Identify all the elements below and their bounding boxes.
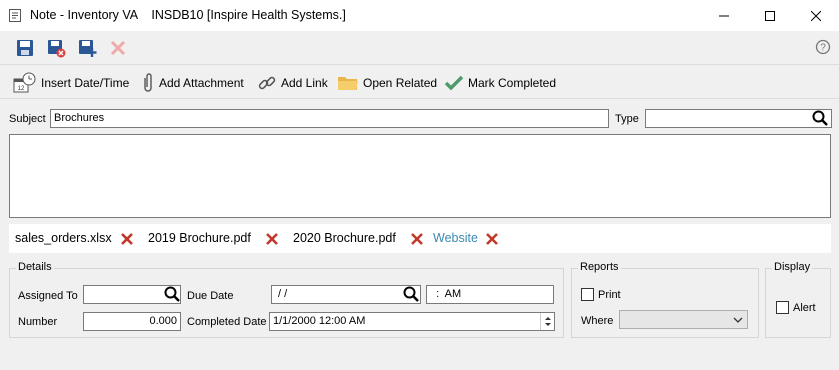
open-related-label: Open Related bbox=[363, 75, 438, 90]
mark-completed-button[interactable]: Mark Completed bbox=[444, 70, 556, 95]
type-field[interactable] bbox=[645, 109, 832, 128]
number-field[interactable]: 0.000 bbox=[83, 312, 181, 331]
save-new-icon[interactable] bbox=[77, 38, 97, 58]
search-icon[interactable] bbox=[812, 110, 828, 126]
reports-title: Reports bbox=[578, 261, 621, 273]
insert-datetime-button[interactable]: 12 Insert Date/Time bbox=[13, 70, 129, 95]
paperclip-icon bbox=[144, 72, 152, 92]
search-icon[interactable] bbox=[164, 286, 180, 302]
remove-attachment-icon[interactable] bbox=[410, 232, 424, 246]
note-body-textarea[interactable] bbox=[9, 134, 831, 218]
window-title: Note - Inventory VA INSDB10 [Inspire Hea… bbox=[30, 8, 346, 22]
display-title: Display bbox=[772, 261, 813, 273]
help-icon[interactable]: ? bbox=[815, 39, 831, 55]
due-date-field[interactable]: / / bbox=[271, 285, 421, 304]
remove-attachment-icon[interactable] bbox=[120, 232, 134, 246]
details-title: Details bbox=[16, 261, 54, 273]
spin-arrows-icon bbox=[545, 317, 551, 326]
date-spinner[interactable] bbox=[540, 313, 554, 330]
print-checkbox[interactable] bbox=[581, 288, 594, 301]
svg-text:12: 12 bbox=[18, 86, 25, 92]
add-link-button[interactable]: Add Link bbox=[257, 70, 328, 95]
note-icon bbox=[9, 9, 21, 22]
svg-text:?: ? bbox=[820, 43, 826, 54]
attachment-item[interactable]: 2020 Brochure.pdf bbox=[293, 231, 396, 245]
where-select[interactable] bbox=[619, 310, 748, 329]
open-related-button[interactable]: Open Related bbox=[337, 70, 437, 95]
action-toolbar: 12 Insert Date/Time Add Attachment Add L… bbox=[0, 66, 839, 99]
calendar-clock-icon: 12 bbox=[13, 72, 36, 92]
close-icon bbox=[811, 10, 821, 21]
link-icon bbox=[258, 76, 276, 89]
delete-icon[interactable] bbox=[108, 38, 128, 58]
subject-label: Subject bbox=[9, 113, 46, 125]
close-button[interactable] bbox=[793, 0, 839, 31]
folder-icon bbox=[338, 76, 358, 90]
print-label: Print bbox=[598, 289, 621, 301]
completed-date-field[interactable]: 1/1/2000 12:00 AM bbox=[269, 312, 555, 331]
attachments-bar: sales_orders.xlsx 2019 Brochure.pdf 2020… bbox=[9, 224, 831, 253]
attachment-link[interactable]: Website bbox=[433, 231, 478, 245]
add-attachment-label: Add Attachment bbox=[159, 75, 244, 90]
remove-attachment-icon[interactable] bbox=[485, 232, 499, 246]
number-label: Number bbox=[18, 316, 58, 328]
due-time-field[interactable]: : AM bbox=[426, 285, 554, 304]
completed-date-label: Completed Date bbox=[187, 316, 267, 328]
due-date-label: Due Date bbox=[187, 290, 234, 302]
checkmark-icon bbox=[444, 75, 464, 90]
type-label: Type bbox=[615, 113, 639, 125]
alert-checkbox[interactable] bbox=[776, 301, 789, 314]
minimize-icon bbox=[719, 15, 729, 16]
maximize-icon bbox=[765, 10, 775, 21]
attachment-item[interactable]: sales_orders.xlsx bbox=[15, 231, 112, 245]
insert-datetime-label: Insert Date/Time bbox=[41, 75, 130, 90]
mark-completed-label: Mark Completed bbox=[468, 75, 557, 90]
remove-attachment-icon[interactable] bbox=[265, 232, 279, 246]
title-bar: Note - Inventory VA INSDB10 [Inspire Hea… bbox=[0, 0, 839, 31]
chevron-down-icon bbox=[733, 317, 743, 323]
where-label: Where bbox=[581, 315, 614, 327]
search-icon[interactable] bbox=[403, 286, 419, 302]
alert-label: Alert bbox=[793, 302, 816, 314]
add-attachment-button[interactable]: Add Attachment bbox=[141, 70, 244, 95]
main-toolbar: ? bbox=[0, 31, 839, 65]
maximize-button[interactable] bbox=[747, 0, 793, 31]
save-icon[interactable] bbox=[15, 38, 35, 58]
minimize-button[interactable] bbox=[701, 0, 747, 31]
add-link-label: Add Link bbox=[281, 75, 328, 90]
attachment-item[interactable]: 2019 Brochure.pdf bbox=[148, 231, 251, 245]
subject-field[interactable]: Brochures bbox=[50, 109, 609, 128]
save-close-icon[interactable] bbox=[46, 38, 66, 58]
assigned-to-label: Assigned To bbox=[18, 290, 78, 302]
